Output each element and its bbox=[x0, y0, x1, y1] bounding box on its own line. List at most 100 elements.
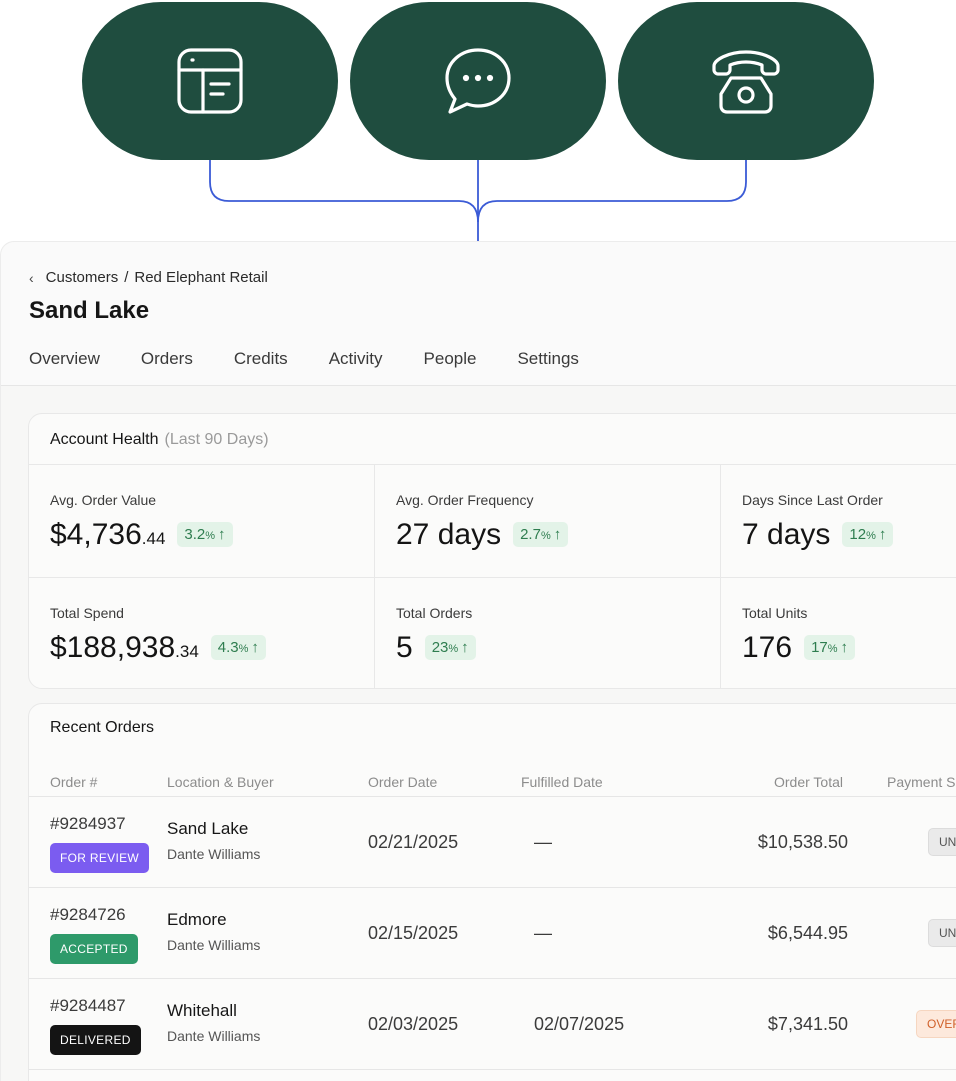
panel-header: ‹ Customers / Red Elephant Retail Sand L… bbox=[1, 242, 956, 386]
order-date: 02/03/2025 bbox=[368, 1014, 459, 1034]
chevron-left-icon[interactable]: ‹ bbox=[29, 270, 34, 286]
order-number[interactable]: #9284487 bbox=[50, 996, 126, 1016]
order-buyer: Dante Williams bbox=[167, 937, 261, 953]
change-value: 23 bbox=[431, 639, 449, 656]
arrow-up-icon: ↑ bbox=[218, 526, 226, 543]
payment-status-badge: UN bbox=[928, 828, 956, 856]
metric-label: Total Orders bbox=[396, 605, 473, 621]
breadcrumb-current[interactable]: Red Elephant Retail bbox=[134, 269, 267, 286]
order-status-badge: ACCEPTED bbox=[50, 934, 138, 964]
order-buyer: Dante Williams bbox=[167, 1028, 261, 1044]
metric-tile: Avg. Order Value $4,736.44 3.2% ↑ bbox=[29, 465, 375, 577]
order-location: Edmore bbox=[167, 910, 227, 929]
metric-label: Days Since Last Order bbox=[742, 492, 883, 508]
account-health-card: Account Health (Last 90 Days) Avg. Order … bbox=[28, 413, 956, 689]
change-percent-sign: % bbox=[238, 643, 249, 655]
column-location-buyer: Location & Buyer bbox=[167, 774, 274, 790]
account-health-title: Account Health (Last 90 Days) bbox=[50, 431, 269, 449]
change-percent-sign: % bbox=[205, 530, 216, 542]
customer-panel: ‹ Customers / Red Elephant Retail Sand L… bbox=[0, 241, 956, 1081]
change-value: 17 bbox=[811, 639, 828, 656]
metric-value-cents: .34 bbox=[175, 642, 199, 661]
fulfilled-date: — bbox=[534, 832, 552, 852]
arrow-up-icon: ↑ bbox=[840, 639, 849, 656]
arrow-up-icon: ↑ bbox=[553, 526, 562, 543]
metric-tile: Total Spend $188,938.34 4.3% ↑ bbox=[29, 577, 375, 688]
order-status-badge: DELIVERED bbox=[50, 1025, 141, 1055]
metric-value-main: 5 bbox=[396, 631, 413, 664]
recent-orders-card: Recent Orders Order # Location & Buyer O… bbox=[28, 703, 956, 1081]
change-percent-sign: % bbox=[448, 643, 459, 655]
metric-label: Avg. Order Value bbox=[50, 492, 157, 508]
tab-people[interactable]: People bbox=[424, 349, 477, 369]
order-number[interactable]: #9284726 bbox=[50, 905, 126, 925]
breadcrumb-separator: / bbox=[124, 269, 129, 286]
arrow-up-icon: ↑ bbox=[461, 639, 469, 656]
order-buyer: Dante Williams bbox=[167, 846, 261, 862]
change-percent-sign: % bbox=[827, 643, 838, 655]
metric-value-main: $188,938 bbox=[50, 631, 176, 664]
change-value: 4.3 bbox=[217, 639, 239, 656]
metric-value-cents: .44 bbox=[141, 529, 166, 548]
breadcrumb-parent[interactable]: Customers bbox=[46, 269, 119, 286]
metric-value: 5 23% ↑ bbox=[396, 631, 476, 665]
metric-tile: Total Orders 5 23% ↑ bbox=[375, 577, 721, 688]
metric-value-main: 7 days bbox=[742, 518, 831, 551]
order-number[interactable]: #9284937 bbox=[50, 814, 126, 834]
storefront-icon bbox=[177, 48, 243, 114]
change-value: 3.2 bbox=[184, 526, 206, 543]
metric-tile: Days Since Last Order 7 days 12% ↑ bbox=[721, 465, 956, 577]
change-percent-sign: % bbox=[540, 530, 551, 542]
order-date: 02/21/2025 bbox=[368, 832, 459, 852]
change-badge: 3.2% ↑ bbox=[177, 522, 233, 547]
order-location: Sand Lake bbox=[167, 819, 249, 838]
fulfilled-date: 02/07/2025 bbox=[534, 1014, 625, 1034]
change-badge: 23% ↑ bbox=[424, 635, 476, 660]
phone-channel-button[interactable] bbox=[618, 2, 874, 160]
change-badge: 12% ↑ bbox=[842, 522, 894, 547]
change-value: 2.7 bbox=[520, 526, 541, 543]
fulfilled-date: — bbox=[534, 923, 552, 943]
table-row[interactable]: #9284937 FOR REVIEW Sand Lake Dante William… bbox=[29, 797, 956, 888]
metric-value: 176 17% ↑ bbox=[742, 631, 856, 665]
chat-bubble-icon bbox=[445, 48, 511, 114]
account-health-heading: Account Health bbox=[50, 431, 159, 448]
payment-status-badge: UN bbox=[928, 919, 956, 947]
order-status-badge: FOR REVIEW bbox=[50, 843, 150, 873]
tab-orders[interactable]: Orders bbox=[141, 349, 193, 369]
column-payment-status: Payment S bbox=[887, 774, 956, 790]
storefront-channel-button[interactable] bbox=[82, 2, 338, 160]
metric-value-main: $4,736 bbox=[50, 518, 142, 551]
column-order-date: Order Date bbox=[368, 774, 438, 790]
recent-orders-title: Recent Orders bbox=[50, 719, 155, 736]
metric-value: $188,938.34 4.3% ↑ bbox=[50, 631, 266, 665]
table-row[interactable]: #9284726 ACCEPTED Edmore Dante Williams 02/1… bbox=[29, 888, 956, 979]
column-order-number: Order # bbox=[50, 774, 98, 790]
change-badge: 17% ↑ bbox=[804, 635, 856, 660]
order-total: $7,341.50 bbox=[767, 1014, 848, 1034]
payment-status-badge: OVER bbox=[916, 1010, 956, 1038]
arrow-up-icon: ↑ bbox=[251, 639, 259, 656]
table-row[interactable]: #9284487 DELIVERED Whitehall Dante Williams… bbox=[29, 979, 956, 1070]
order-total: $6,544.95 bbox=[767, 923, 848, 943]
change-value: 12 bbox=[849, 526, 867, 543]
metric-value-main: 176 bbox=[742, 631, 793, 664]
metric-label: Total Units bbox=[742, 605, 808, 621]
tab-overview[interactable]: Overview bbox=[29, 349, 100, 369]
chat-channel-button[interactable] bbox=[350, 2, 606, 160]
metric-label: Total Spend bbox=[50, 605, 124, 621]
breadcrumb: ‹ Customers / Red Elephant Retail bbox=[29, 269, 268, 286]
metric-value: 27 days 2.7% ↑ bbox=[396, 518, 569, 552]
account-health-period: (Last 90 Days) bbox=[164, 431, 269, 448]
metric-label: Avg. Order Frequency bbox=[396, 492, 534, 508]
tab-settings[interactable]: Settings bbox=[517, 349, 578, 369]
metric-value: $4,736.44 3.2% ↑ bbox=[50, 518, 233, 552]
metric-tile: Total Units 176 17% ↑ bbox=[721, 577, 956, 688]
tab-activity[interactable]: Activity bbox=[329, 349, 383, 369]
tab-credits[interactable]: Credits bbox=[234, 349, 288, 369]
change-badge: 4.3% ↑ bbox=[210, 635, 266, 660]
metric-value: 7 days 12% ↑ bbox=[742, 518, 894, 552]
telephone-icon bbox=[712, 50, 780, 114]
order-location: Whitehall bbox=[167, 1001, 237, 1020]
metric-tile: Avg. Order Frequency 27 days 2.7% ↑ bbox=[375, 465, 721, 577]
